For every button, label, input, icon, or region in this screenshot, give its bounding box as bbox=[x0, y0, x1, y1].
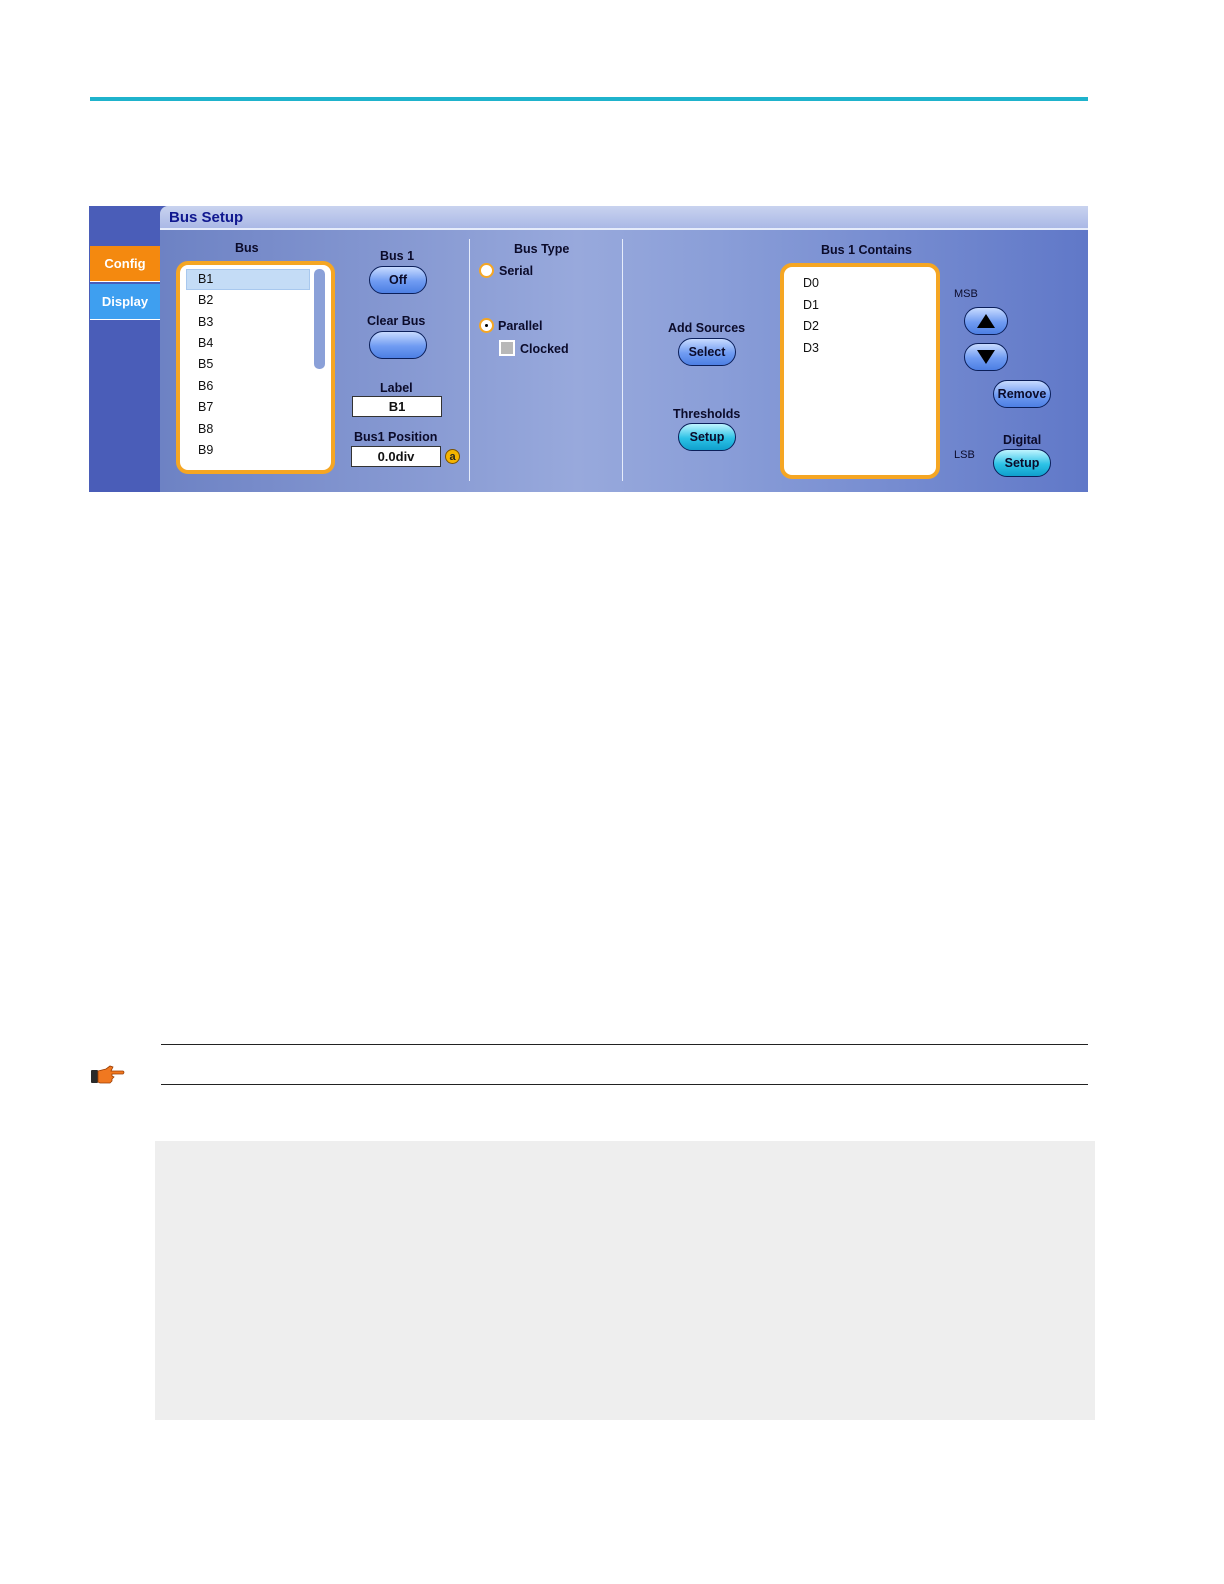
separator bbox=[469, 239, 470, 481]
thresholds-label: Thresholds bbox=[673, 407, 741, 421]
contains-header: Bus 1 Contains bbox=[821, 243, 912, 257]
bus-setup-content: Bus Setup Bus B1 B2 B3 B4 B5 B6 B7 B8 B9… bbox=[160, 206, 1088, 492]
contains-listbox[interactable]: D0 D1 D2 D3 bbox=[780, 263, 940, 479]
clear-bus-label: Clear Bus bbox=[367, 314, 426, 328]
clocked-label: Clocked bbox=[520, 342, 569, 356]
list-scrollbar[interactable] bbox=[314, 269, 325, 369]
bus-listbox[interactable]: B1 B2 B3 B4 B5 B6 B7 B8 B9 bbox=[176, 261, 335, 474]
serial-radio[interactable] bbox=[479, 263, 494, 278]
bus-type-header: Bus Type bbox=[514, 242, 570, 256]
label-field-label: Label bbox=[380, 381, 413, 395]
separator bbox=[622, 239, 623, 481]
add-sources-label: Add Sources bbox=[668, 321, 746, 335]
tab-display[interactable]: Display bbox=[90, 284, 160, 320]
lsb-label: LSB bbox=[954, 449, 975, 461]
list-item[interactable]: D2 bbox=[803, 319, 819, 333]
select-sources-button[interactable]: Select bbox=[678, 338, 736, 366]
top-rule bbox=[90, 97, 1088, 101]
bus1-off-button[interactable]: Off bbox=[369, 266, 427, 294]
bus1-label: Bus 1 bbox=[380, 249, 415, 263]
up-arrow-icon bbox=[977, 314, 995, 328]
list-item[interactable]: B1 bbox=[198, 272, 213, 286]
bus1-position-field[interactable]: 0.0div bbox=[351, 446, 441, 467]
bus-setup-screenshot: Config Display Bus Setup Bus B1 B2 B3 B4… bbox=[89, 206, 1088, 492]
msb-label: MSB bbox=[954, 288, 978, 300]
digital-setup-button[interactable]: Setup bbox=[993, 449, 1051, 477]
serial-label: Serial bbox=[499, 264, 534, 278]
list-item[interactable]: D0 bbox=[803, 276, 819, 290]
move-up-button[interactable] bbox=[964, 307, 1008, 335]
note-top-rule bbox=[161, 1044, 1088, 1045]
list-item[interactable]: B5 bbox=[198, 357, 213, 371]
list-item[interactable]: B2 bbox=[198, 293, 213, 307]
shaded-block bbox=[155, 1141, 1095, 1420]
clocked-checkbox[interactable] bbox=[499, 340, 515, 356]
multipurpose-knob-a-icon: a bbox=[445, 449, 460, 464]
digital-label: Digital bbox=[1003, 433, 1042, 447]
title-bar: Bus Setup bbox=[160, 206, 1088, 230]
label-field[interactable]: B1 bbox=[352, 396, 442, 417]
list-item[interactable]: B8 bbox=[198, 422, 213, 436]
list-item[interactable]: D1 bbox=[803, 298, 819, 312]
note-bottom-rule bbox=[161, 1084, 1088, 1085]
clear-bus-button[interactable] bbox=[369, 331, 427, 359]
panel-title: Bus Setup bbox=[169, 209, 244, 226]
position-field-label: Bus1 Position bbox=[354, 430, 438, 444]
tab-config[interactable]: Config bbox=[90, 246, 160, 282]
list-item[interactable]: D3 bbox=[803, 341, 819, 355]
list-item[interactable]: B7 bbox=[198, 400, 213, 414]
bus-list-header: Bus bbox=[235, 241, 259, 255]
list-item[interactable]: B3 bbox=[198, 315, 213, 329]
down-arrow-icon bbox=[977, 350, 995, 364]
list-item[interactable]: B9 bbox=[198, 443, 213, 457]
parallel-label: Parallel bbox=[498, 319, 543, 333]
remove-button[interactable]: Remove bbox=[993, 380, 1051, 408]
list-item[interactable]: B6 bbox=[198, 379, 213, 393]
list-item[interactable]: B4 bbox=[198, 336, 213, 350]
thresholds-setup-button[interactable]: Setup bbox=[678, 423, 736, 451]
move-down-button[interactable] bbox=[964, 343, 1008, 371]
pointing-hand-icon bbox=[91, 1065, 125, 1084]
parallel-radio[interactable] bbox=[479, 318, 494, 333]
